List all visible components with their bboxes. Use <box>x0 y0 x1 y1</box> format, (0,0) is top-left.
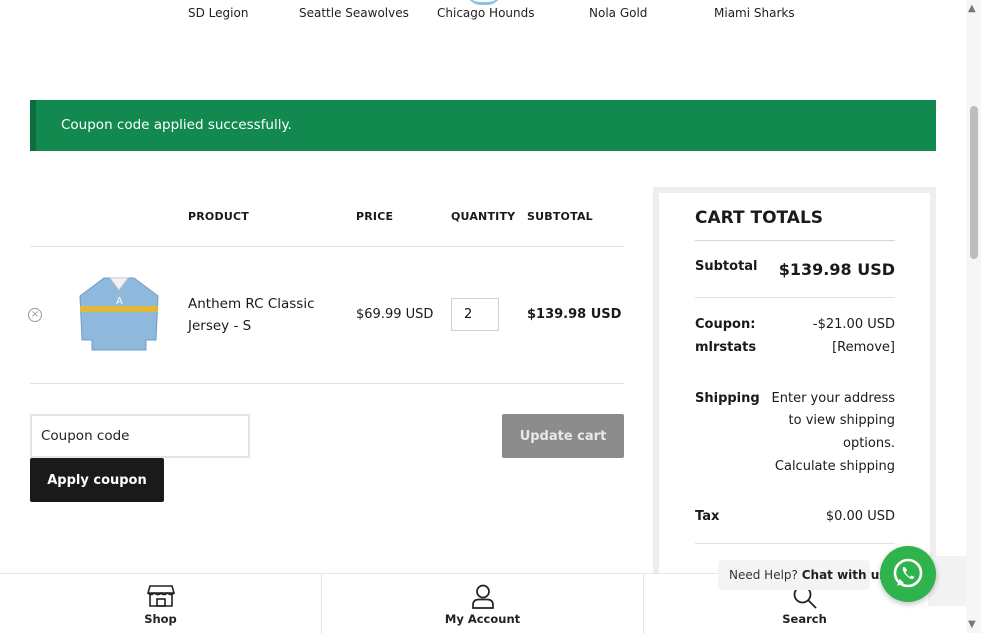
team-link-miami-sharks[interactable]: Miami Sharks <box>714 6 795 20</box>
whatsapp-chat-button[interactable] <box>880 546 936 602</box>
product-subtotal: $139.98 USD <box>527 307 622 322</box>
header-product: PRODUCT <box>188 210 249 223</box>
coupon-label: Coupon: <box>695 317 756 332</box>
user-icon <box>471 584 495 614</box>
header-subtotal: SUBTOTAL <box>527 210 593 223</box>
totals-title-divider <box>695 240 895 241</box>
subtotal-divider <box>695 297 895 298</box>
success-notice: Coupon code applied successfully. <box>30 100 936 151</box>
team-link-chicago-hounds[interactable]: Chicago Hounds <box>437 6 535 20</box>
shipping-note-line3: options. <box>842 436 895 451</box>
coupon-code-label: mlrstats <box>695 340 757 355</box>
tax-divider <box>695 543 895 544</box>
nav-my-account[interactable]: My Account <box>322 574 643 634</box>
product-price: $69.99 USD <box>356 307 434 322</box>
header-price: PRICE <box>356 210 394 223</box>
team-link-sd-legion[interactable]: SD Legion <box>188 6 248 20</box>
nav-search-label: Search <box>782 612 827 626</box>
nav-shop[interactable]: Shop <box>0 574 321 634</box>
whatsapp-icon <box>893 558 923 588</box>
apply-coupon-button[interactable]: Apply coupon <box>30 458 164 502</box>
svg-text:A: A <box>116 296 123 307</box>
calculate-shipping-link[interactable]: Calculate shipping <box>745 459 895 474</box>
team-link-seattle-seawolves[interactable]: Seattle Seawolves <box>299 6 409 20</box>
product-name-link[interactable]: Anthem RC Classic Jersey - S <box>188 293 338 337</box>
team-logo-partial <box>466 0 502 5</box>
row-divider <box>30 383 624 384</box>
store-icon <box>146 584 175 612</box>
cart-totals-title: CART TOTALS <box>695 208 824 228</box>
notice-message: Coupon code applied successfully. <box>61 117 292 133</box>
chat-help-prefix: Need Help? <box>729 568 798 582</box>
coupon-code-input[interactable] <box>30 414 250 458</box>
shipping-label: Shipping <box>695 391 760 406</box>
scrollbar-thumb[interactable] <box>970 106 978 259</box>
chat-help-bubble[interactable]: Need Help? Chat with us <box>718 560 886 590</box>
coupon-discount-value: -$21.00 USD <box>812 317 895 332</box>
tax-value: $0.00 USD <box>825 509 895 524</box>
product-thumbnail[interactable]: A <box>76 274 162 358</box>
quantity-input[interactable] <box>451 298 499 331</box>
header-quantity: QUANTITY <box>451 210 516 223</box>
nav-my-account-label: My Account <box>444 612 521 626</box>
team-link-nola-gold[interactable]: Nola Gold <box>589 6 647 20</box>
subtotal-label: Subtotal <box>695 259 758 274</box>
remove-item-icon[interactable]: × <box>28 308 42 322</box>
shipping-note-line2: to view shipping <box>788 413 895 428</box>
scroll-down-arrow-icon[interactable]: ▼ <box>968 619 976 630</box>
tax-label: Tax <box>695 509 720 524</box>
subtotal-value: $139.98 USD <box>778 260 895 279</box>
scroll-up-arrow-icon[interactable]: ▲ <box>968 3 976 14</box>
shipping-note-line1: Enter your address <box>771 391 895 406</box>
page-scrollbar[interactable] <box>966 0 981 633</box>
remove-coupon-link[interactable]: [Remove] <box>775 340 895 355</box>
table-divider <box>30 246 624 247</box>
nav-shop-label: Shop <box>144 612 177 626</box>
update-cart-button[interactable]: Update cart <box>502 414 624 458</box>
chat-help-cta: Chat with us <box>801 568 887 582</box>
